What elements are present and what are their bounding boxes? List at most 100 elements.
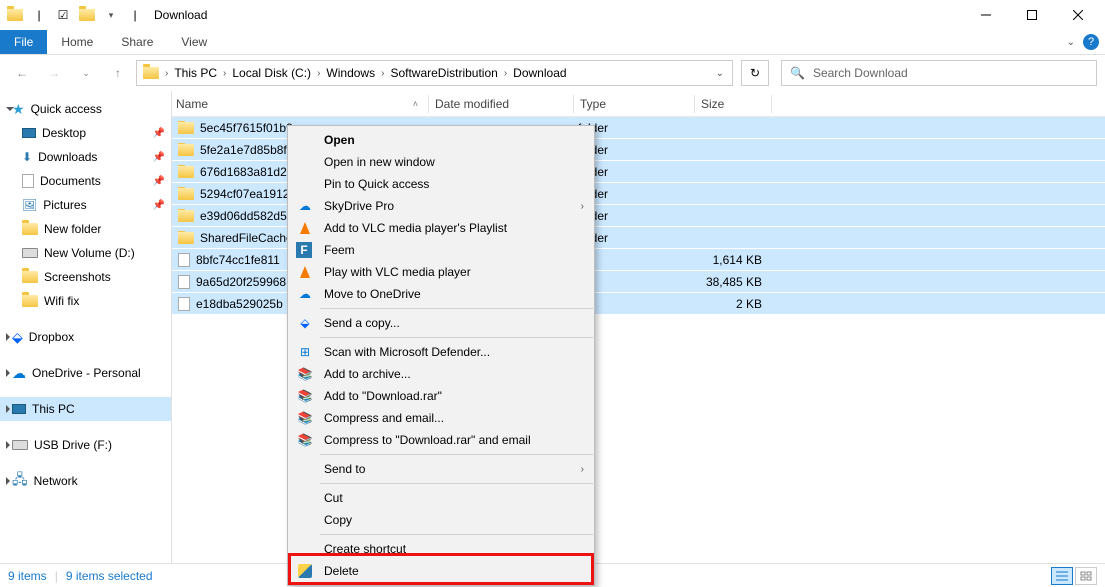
winrar-icon: 📚 xyxy=(296,387,314,405)
crumb-download[interactable]: Download xyxy=(509,66,570,80)
sidebar-item-downloads[interactable]: ⬇Downloads📌 xyxy=(0,145,171,169)
column-headers: Name˄ Date modified Type Size xyxy=(172,91,1105,117)
file-size: 1,614 KB xyxy=(692,253,768,267)
ctx-delete[interactable]: Delete xyxy=(288,560,594,582)
tab-home[interactable]: Home xyxy=(47,30,107,54)
crumb-thispc[interactable]: This PC xyxy=(170,66,221,80)
address-folder-icon xyxy=(139,67,163,79)
tab-share[interactable]: Share xyxy=(107,30,167,54)
ctx-create-shortcut[interactable]: Create shortcut xyxy=(288,538,594,560)
submenu-arrow-icon: › xyxy=(581,201,584,212)
sidebar-item-screenshots[interactable]: Screenshots xyxy=(0,265,171,289)
col-name[interactable]: Name˄ xyxy=(172,97,428,111)
file-size: 38,485 KB xyxy=(692,275,768,289)
crumb-softwaredist[interactable]: SoftwareDistribution xyxy=(386,66,501,80)
sidebar-item-newfolder[interactable]: New folder xyxy=(0,217,171,241)
ctx-open-new-window[interactable]: Open in new window xyxy=(288,151,594,173)
col-date[interactable]: Date modified xyxy=(429,97,573,111)
folder-icon xyxy=(178,144,194,156)
sidebar-item-desktop[interactable]: Desktop📌 xyxy=(0,121,171,145)
refresh-button[interactable]: ↻ xyxy=(741,60,769,86)
minimize-button[interactable] xyxy=(963,0,1009,30)
ctx-skydrive-pro[interactable]: ☁SkyDrive Pro› xyxy=(288,195,594,217)
view-large-icons-button[interactable] xyxy=(1075,567,1097,585)
onedrive-icon: ☁ xyxy=(296,285,314,303)
ribbon-collapse-icon[interactable]: ⌄ xyxy=(1067,37,1075,48)
skydrive-icon: ☁ xyxy=(296,197,314,215)
tab-file[interactable]: File xyxy=(0,30,47,54)
pin-icon: 📌 xyxy=(153,176,165,187)
vlc-icon xyxy=(296,219,314,237)
ctx-add-archive[interactable]: 📚Add to archive... xyxy=(288,363,594,385)
crumb-windows[interactable]: Windows xyxy=(322,66,379,80)
qat-newfolder-icon[interactable] xyxy=(76,4,98,26)
sidebar-item-documents[interactable]: Documents📌 xyxy=(0,169,171,193)
ctx-copy[interactable]: Copy xyxy=(288,509,594,531)
pin-icon: 📌 xyxy=(153,200,165,211)
address-bar[interactable]: › This PC › Local Disk (C:) › Windows › … xyxy=(136,60,733,86)
download-icon: ⬇ xyxy=(22,150,32,164)
ctx-vlc-play[interactable]: Play with VLC media player xyxy=(288,261,594,283)
pin-icon: 📌 xyxy=(153,152,165,163)
drive-icon xyxy=(22,248,38,258)
search-box[interactable]: 🔍 Search Download xyxy=(781,60,1097,86)
sort-indicator-icon: ˄ xyxy=(413,99,418,109)
back-button[interactable]: ← xyxy=(8,59,36,87)
col-type[interactable]: Type xyxy=(574,97,694,111)
folder-icon xyxy=(178,232,194,244)
ctx-move-onedrive[interactable]: ☁Move to OneDrive xyxy=(288,283,594,305)
file-icon xyxy=(178,275,190,289)
crumb-localdisk[interactable]: Local Disk (C:) xyxy=(228,66,315,80)
col-size[interactable]: Size xyxy=(695,97,771,111)
view-details-button[interactable] xyxy=(1051,567,1073,585)
file-name: e39d06dd582d5 xyxy=(200,209,287,223)
ctx-open[interactable]: Open xyxy=(288,129,594,151)
breadcrumb-sep[interactable]: › xyxy=(165,68,168,79)
ctx-pin-quick-access[interactable]: Pin to Quick access xyxy=(288,173,594,195)
file-icon xyxy=(178,297,190,311)
dropbox-icon: ⬙ xyxy=(296,314,314,332)
address-dropdown-icon[interactable]: ⌄ xyxy=(710,68,730,79)
help-icon[interactable]: ? xyxy=(1083,34,1099,50)
ctx-feem[interactable]: FFeem xyxy=(288,239,594,261)
up-button[interactable]: ↑ xyxy=(104,59,132,87)
ctx-add-download-rar[interactable]: 📚Add to "Download.rar" xyxy=(288,385,594,407)
desktop-icon xyxy=(22,128,36,138)
sidebar-network[interactable]: 🖧Network xyxy=(0,469,171,493)
maximize-button[interactable] xyxy=(1009,0,1055,30)
tab-view[interactable]: View xyxy=(167,30,221,54)
winrar-icon: 📚 xyxy=(296,431,314,449)
qat-properties-icon[interactable]: ☑ xyxy=(52,4,74,26)
status-item-count: 9 items xyxy=(8,569,47,583)
close-button[interactable] xyxy=(1055,0,1101,30)
sidebar-item-wififix[interactable]: Wifi fix xyxy=(0,289,171,313)
defender-icon: ⊞ xyxy=(296,343,314,361)
forward-button[interactable]: → xyxy=(40,59,68,87)
sidebar-thispc[interactable]: This PC xyxy=(0,397,171,421)
ctx-send-copy[interactable]: ⬙Send a copy... xyxy=(288,312,594,334)
sidebar-item-pictures[interactable]: 🖼Pictures📌 xyxy=(0,193,171,217)
sidebar-item-newvolume[interactable]: New Volume (D:) xyxy=(0,241,171,265)
ctx-send-to[interactable]: Send to› xyxy=(288,458,594,480)
winrar-icon: 📚 xyxy=(296,409,314,427)
sidebar-quick-access[interactable]: ★Quick access xyxy=(0,97,171,121)
nav-sidebar: ★Quick access Desktop📌 ⬇Downloads📌 Docum… xyxy=(0,91,172,563)
winrar-icon: 📚 xyxy=(296,365,314,383)
context-menu: Open Open in new window Pin to Quick acc… xyxy=(287,125,595,586)
sidebar-usb[interactable]: USB Drive (F:) xyxy=(0,433,171,457)
recent-dropdown-icon[interactable]: ⌄ xyxy=(72,59,100,87)
shield-icon xyxy=(296,562,314,580)
file-name: SharedFileCache xyxy=(200,231,293,245)
qat-separator: | xyxy=(28,4,50,26)
sidebar-onedrive[interactable]: ☁OneDrive - Personal xyxy=(0,361,171,385)
status-selected-count: 9 items selected xyxy=(66,569,153,583)
qat-dropdown-icon[interactable]: ▾ xyxy=(100,4,122,26)
ctx-compress-email[interactable]: 📚Compress and email... xyxy=(288,407,594,429)
file-name: 8bfc74cc1fe811 xyxy=(196,253,280,267)
ctx-compress-rar-email[interactable]: 📚Compress to "Download.rar" and email xyxy=(288,429,594,451)
document-icon xyxy=(22,174,34,188)
ctx-scan-defender[interactable]: ⊞Scan with Microsoft Defender... xyxy=(288,341,594,363)
ctx-vlc-playlist[interactable]: Add to VLC media player's Playlist xyxy=(288,217,594,239)
ctx-cut[interactable]: Cut xyxy=(288,487,594,509)
sidebar-dropbox[interactable]: ⬙Dropbox xyxy=(0,325,171,349)
